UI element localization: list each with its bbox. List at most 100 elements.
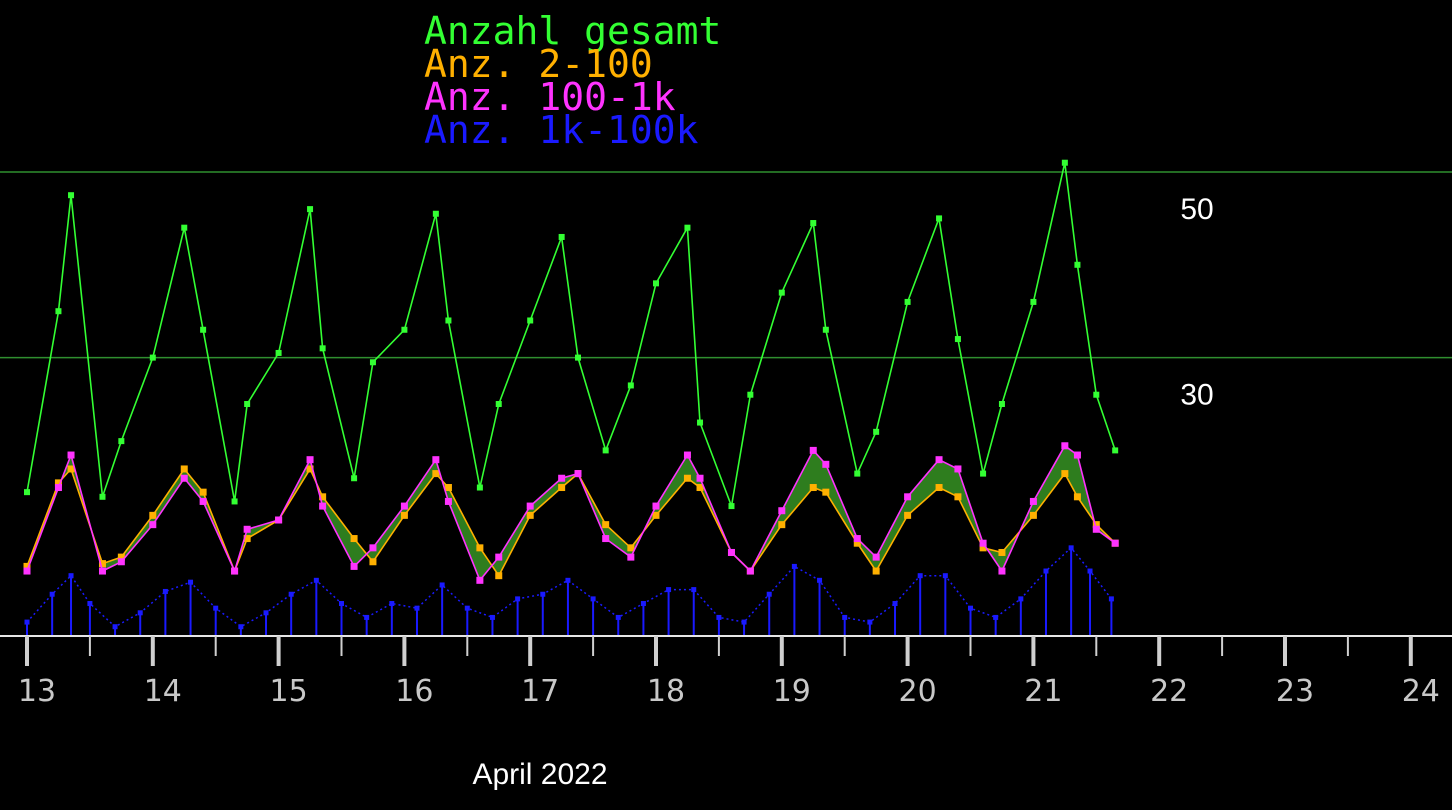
point-1-14: [369, 558, 377, 566]
point-0-15: [401, 326, 408, 333]
point-0-26: [684, 224, 691, 231]
point-0-23: [602, 447, 609, 454]
chart-background: [0, 0, 1452, 810]
point-3-28: [716, 614, 722, 620]
point-3-36: [917, 573, 923, 579]
point-1-42: [1073, 493, 1081, 501]
point-0-14: [369, 359, 376, 366]
point-3-40: [1018, 596, 1024, 602]
point-2-19: [495, 553, 503, 561]
point-0-1: [55, 308, 62, 315]
point-3-41: [1043, 568, 1049, 574]
point-2-1: [54, 484, 62, 492]
point-2-36: [935, 456, 943, 464]
point-3-23: [590, 596, 596, 602]
point-0-35: [904, 298, 911, 305]
point-3-7: [188, 579, 194, 585]
point-0-30: [778, 289, 785, 296]
point-3-16: [414, 605, 420, 611]
x-tick-label-14: 14: [144, 674, 182, 709]
point-2-15: [400, 502, 408, 510]
y-tick-label-50: 50: [1180, 193, 1213, 226]
point-3-35: [892, 601, 898, 607]
point-1-16: [432, 470, 440, 478]
point-3-14: [364, 614, 370, 620]
point-2-14: [369, 544, 377, 552]
point-0-7: [200, 326, 207, 333]
point-3-5: [137, 610, 143, 616]
x-tick-label-19: 19: [773, 674, 811, 709]
point-0-0: [24, 489, 30, 496]
point-0-17: [445, 317, 452, 324]
point-2-22: [574, 470, 582, 478]
point-2-13: [350, 562, 358, 570]
point-1-34: [872, 567, 880, 575]
point-1-39: [998, 548, 1006, 556]
point-3-8: [213, 605, 219, 611]
point-2-41: [1061, 442, 1069, 450]
point-0-39: [998, 401, 1005, 407]
y-tick-label-30: 30: [1180, 379, 1213, 412]
point-2-40: [1029, 497, 1037, 505]
point-3-26: [666, 587, 672, 593]
point-3-3: [87, 601, 93, 607]
point-0-29: [747, 391, 754, 398]
point-0-11: [307, 206, 314, 213]
point-2-42: [1073, 451, 1081, 459]
point-2-18: [476, 576, 484, 584]
point-0-6: [181, 224, 188, 231]
point-3-34: [867, 619, 873, 625]
point-1-30: [778, 521, 786, 529]
point-2-4: [117, 558, 125, 566]
point-1-40: [1029, 511, 1037, 519]
point-0-19: [495, 401, 502, 407]
point-2-6: [180, 474, 188, 482]
point-1-25: [652, 511, 660, 519]
point-3-2: [68, 573, 74, 579]
point-3-22: [565, 577, 571, 583]
point-2-29: [746, 567, 754, 575]
point-3-30: [766, 591, 772, 597]
point-0-9: [244, 401, 251, 407]
point-3-20: [515, 596, 521, 602]
point-0-3: [99, 493, 106, 500]
point-3-37: [942, 573, 948, 579]
point-2-35: [904, 493, 912, 501]
point-0-10: [275, 349, 282, 356]
point-0-27: [697, 419, 704, 426]
point-2-7: [199, 497, 207, 505]
point-0-21: [558, 233, 565, 240]
point-1-18: [476, 544, 484, 552]
point-3-19: [489, 614, 495, 620]
point-0-31: [810, 220, 817, 227]
point-3-43: [1087, 568, 1093, 574]
point-2-44: [1111, 539, 1119, 547]
point-0-18: [476, 484, 483, 491]
point-1-41: [1061, 470, 1069, 478]
x-tick-label-17: 17: [521, 674, 559, 709]
point-3-24: [615, 614, 621, 620]
point-2-2: [67, 451, 75, 459]
point-2-30: [778, 507, 786, 515]
point-2-33: [853, 535, 861, 543]
point-1-26: [683, 474, 691, 482]
point-0-28: [728, 503, 735, 510]
point-2-11: [306, 456, 314, 464]
point-2-10: [275, 516, 283, 524]
point-3-17: [439, 582, 445, 588]
x-axis-label: April 2022: [472, 758, 607, 791]
point-1-23: [602, 521, 610, 529]
point-2-27: [696, 474, 704, 482]
point-0-4: [118, 438, 125, 445]
point-1-7: [199, 488, 207, 496]
point-2-0: [23, 567, 31, 575]
point-3-10: [263, 610, 269, 616]
point-1-36: [935, 484, 943, 492]
point-0-13: [351, 475, 358, 482]
point-2-17: [444, 497, 452, 505]
point-1-15: [400, 511, 408, 519]
point-3-25: [640, 601, 646, 607]
point-2-32: [822, 460, 830, 468]
point-2-20: [526, 502, 534, 510]
point-2-37: [954, 465, 962, 473]
